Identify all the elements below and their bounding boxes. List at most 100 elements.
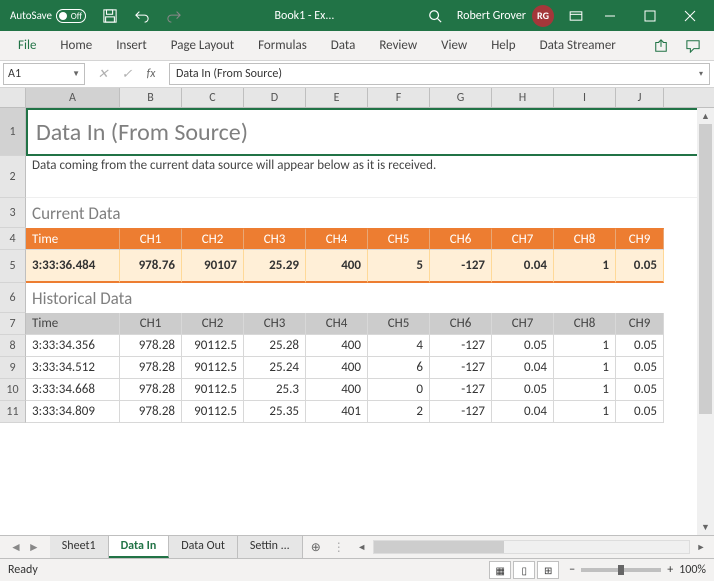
col-header[interactable]: I [554,88,616,107]
section-label[interactable]: Historical Data [26,283,711,313]
subtitle-cell[interactable]: Data coming from the current data source… [26,156,711,198]
historical-data-cell[interactable]: 90112.5 [182,401,244,423]
historical-data-cell[interactable]: 25.28 [244,335,306,357]
historical-data-cell[interactable]: 4 [368,335,430,357]
table-header[interactable]: CH1 [120,228,182,250]
historical-data-cell[interactable]: -127 [430,335,492,357]
close-button[interactable] [670,2,710,30]
historical-data-cell[interactable]: 3:33:34.668 [26,379,120,401]
row-header[interactable]: 3 [0,198,26,228]
historical-data-cell[interactable]: 90112.5 [182,357,244,379]
row-header[interactable]: 9 [0,357,26,379]
row-header[interactable]: 1 [0,108,26,156]
table-header[interactable]: CH4 [306,228,368,250]
zoom-level[interactable]: 100% [679,563,706,577]
historical-data-cell[interactable]: -127 [430,401,492,423]
row-header[interactable]: 4 [0,228,26,250]
expand-formula-icon[interactable]: ▾ [699,69,703,79]
formula-input[interactable]: Data In (From Source) ▾ [169,63,710,85]
select-all-corner[interactable] [0,88,26,107]
row-header[interactable]: 5 [0,250,26,283]
share-button[interactable] [646,34,676,58]
tab-data[interactable]: Data [319,32,368,59]
row-header[interactable]: 10 [0,379,26,401]
col-header[interactable]: H [492,88,554,107]
save-icon[interactable] [96,2,124,30]
scroll-down-icon[interactable]: ▼ [697,519,714,535]
historical-data-cell[interactable]: 400 [306,379,368,401]
historical-data-cell[interactable]: 978.28 [120,379,182,401]
page-break-view-button[interactable]: ⊞ [537,561,559,579]
tab-home[interactable]: Home [48,32,104,59]
current-data-cell[interactable]: 25.29 [244,250,306,283]
historical-data-cell[interactable]: 0 [368,379,430,401]
table-header[interactable]: CH5 [368,313,430,335]
title-cell[interactable]: Data In (From Source) [26,108,711,156]
historical-data-cell[interactable]: 3:33:34.356 [26,335,120,357]
tab-formulas[interactable]: Formulas [246,32,319,59]
table-header[interactable]: CH3 [244,228,306,250]
tab-insert[interactable]: Insert [104,32,159,59]
scroll-right-icon[interactable]: ► [694,540,708,554]
tab-view[interactable]: View [429,32,479,59]
zoom-slider[interactable] [581,568,661,572]
user-account[interactable]: Robert Grover RG [449,5,562,27]
ribbon-display-icon[interactable] [562,2,590,30]
search-icon[interactable] [421,2,449,30]
historical-data-cell[interactable]: 90112.5 [182,379,244,401]
col-header[interactable]: G [430,88,492,107]
col-header[interactable]: J [616,88,664,107]
tab-pagelayout[interactable]: Page Layout [159,32,246,59]
historical-data-cell[interactable]: 0.05 [616,401,664,423]
historical-data-cell[interactable]: 2 [368,401,430,423]
historical-data-cell[interactable]: 1 [554,357,616,379]
historical-data-cell[interactable]: 90112.5 [182,335,244,357]
cancel-formula-icon[interactable]: ✕ [91,63,115,85]
section-label[interactable]: Current Data [26,198,711,228]
table-header[interactable]: Time [26,228,120,250]
sheet-tab[interactable]: Data Out [169,536,238,558]
tab-help[interactable]: Help [479,32,527,59]
table-header[interactable]: CH1 [120,313,182,335]
scroll-up-icon[interactable]: ▲ [697,108,714,124]
row-header[interactable]: 6 [0,283,26,313]
name-box[interactable]: A1 ▼ [3,63,85,85]
historical-data-cell[interactable]: 0.05 [492,335,554,357]
col-header[interactable]: E [306,88,368,107]
historical-data-cell[interactable]: -127 [430,357,492,379]
historical-data-cell[interactable]: 0.05 [616,357,664,379]
historical-data-cell[interactable]: 1 [554,379,616,401]
historical-data-cell[interactable]: 0.04 [492,401,554,423]
historical-data-cell[interactable]: 400 [306,357,368,379]
table-header[interactable]: Time [26,313,120,335]
current-data-cell[interactable]: 0.05 [616,250,664,283]
row-header[interactable]: 8 [0,335,26,357]
tab-file[interactable]: File [6,32,48,59]
current-data-cell[interactable]: -127 [430,250,492,283]
row-header[interactable]: 11 [0,401,26,423]
col-header[interactable]: D [244,88,306,107]
table-header[interactable]: CH9 [616,313,664,335]
table-header[interactable]: CH2 [182,313,244,335]
table-header[interactable]: CH7 [492,228,554,250]
historical-data-cell[interactable]: 0.04 [492,357,554,379]
row-header[interactable]: 2 [0,156,26,198]
horizontal-scrollbar[interactable] [373,540,690,554]
historical-data-cell[interactable]: 1 [554,401,616,423]
col-header[interactable]: B [120,88,182,107]
maximize-button[interactable] [630,2,670,30]
current-data-cell[interactable]: 3:33:36.484 [26,250,120,283]
sheet-nav-prev[interactable]: ◄ [10,540,22,555]
undo-icon[interactable] [128,2,156,30]
table-header[interactable]: CH3 [244,313,306,335]
row-header[interactable]: 7 [0,313,26,335]
historical-data-cell[interactable]: 6 [368,357,430,379]
current-data-cell[interactable]: 0.04 [492,250,554,283]
historical-data-cell[interactable]: 978.28 [120,357,182,379]
table-header[interactable]: CH6 [430,313,492,335]
normal-view-button[interactable]: ▦ [489,561,511,579]
table-header[interactable]: CH6 [430,228,492,250]
sheet-nav-next[interactable]: ► [28,540,40,555]
historical-data-cell[interactable]: 978.28 [120,335,182,357]
col-header[interactable]: F [368,88,430,107]
